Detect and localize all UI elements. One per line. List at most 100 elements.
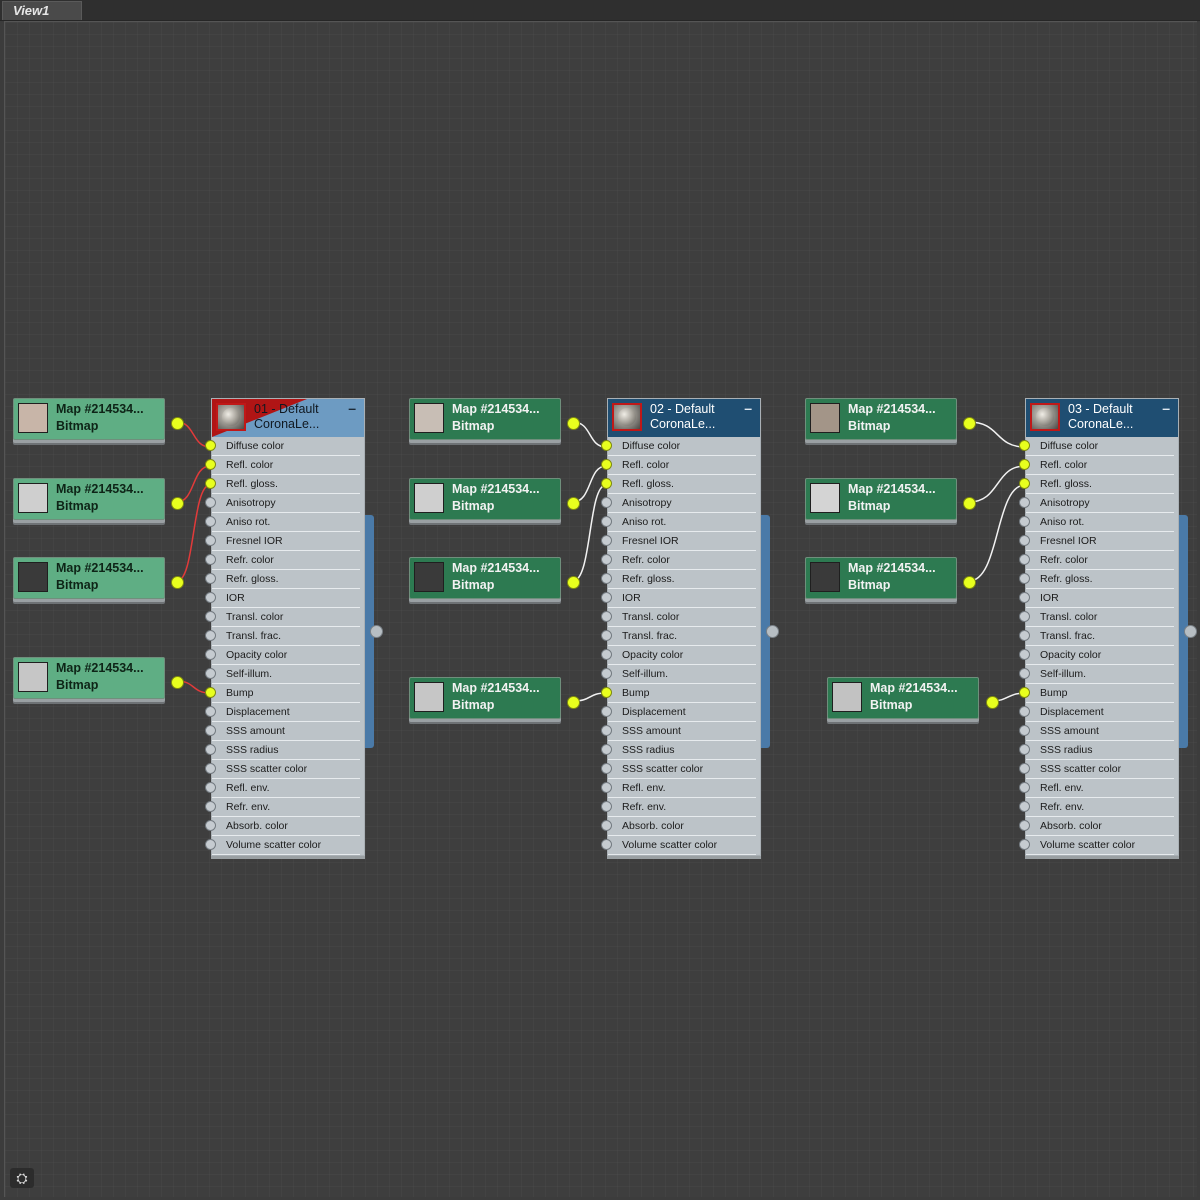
material-slot[interactable]: Refl. color (205, 456, 360, 475)
bitmap-node[interactable]: Map #214534... Bitmap (827, 677, 999, 719)
material-slot[interactable]: Bump (205, 684, 360, 703)
material-slot[interactable]: Diffuse color (1019, 437, 1174, 456)
bitmap-node[interactable]: Map #214534... Bitmap (409, 557, 580, 599)
input-port[interactable] (1019, 820, 1030, 831)
input-port[interactable] (601, 554, 612, 565)
material-slot[interactable]: Fresnel IOR (601, 532, 756, 551)
input-port[interactable] (601, 649, 612, 660)
material-slot[interactable]: Refr. color (205, 551, 360, 570)
output-port[interactable] (171, 417, 184, 430)
input-port[interactable] (1019, 706, 1030, 717)
input-port[interactable] (1019, 744, 1030, 755)
material-output-port[interactable] (1184, 625, 1197, 638)
binoculars-icon[interactable]: ⛭ (10, 1168, 34, 1188)
input-port[interactable] (205, 744, 216, 755)
material-slot[interactable]: Diffuse color (205, 437, 360, 456)
input-port[interactable] (601, 763, 612, 774)
input-port[interactable] (601, 801, 612, 812)
input-port[interactable] (1019, 497, 1030, 508)
input-port[interactable] (205, 782, 216, 793)
input-port[interactable] (1019, 478, 1030, 489)
material-slot[interactable]: SSS scatter color (601, 760, 756, 779)
material-header[interactable]: 02 - Default CoronaLe... – (608, 399, 760, 437)
material-output-port[interactable] (370, 625, 383, 638)
input-port[interactable] (601, 725, 612, 736)
material-slot[interactable]: Volume scatter color (205, 836, 360, 855)
input-port[interactable] (601, 611, 612, 622)
output-port[interactable] (567, 696, 580, 709)
material-slot[interactable]: Anisotropy (1019, 494, 1174, 513)
material-slot[interactable]: Displacement (1019, 703, 1174, 722)
input-port[interactable] (205, 611, 216, 622)
material-slot[interactable]: SSS radius (1019, 741, 1174, 760)
material-slot[interactable]: Refl. env. (205, 779, 360, 798)
input-port[interactable] (601, 497, 612, 508)
material-slot[interactable]: Aniso rot. (205, 513, 360, 532)
material-slot[interactable]: Refl. env. (601, 779, 756, 798)
material-slot[interactable]: Refr. gloss. (1019, 570, 1174, 589)
input-port[interactable] (205, 459, 216, 470)
input-port[interactable] (601, 744, 612, 755)
input-port[interactable] (205, 820, 216, 831)
input-port[interactable] (205, 440, 216, 451)
material-output-port[interactable] (766, 625, 779, 638)
material-slot[interactable]: Refr. gloss. (601, 570, 756, 589)
material-slot[interactable]: Transl. frac. (1019, 627, 1174, 646)
input-port[interactable] (1019, 839, 1030, 850)
bitmap-node[interactable]: Map #214534... Bitmap (805, 398, 976, 440)
output-port[interactable] (171, 497, 184, 510)
material-node[interactable]: 03 - Default CoronaLe... – Diffuse color R… (1019, 398, 1179, 856)
input-port[interactable] (205, 725, 216, 736)
material-slot[interactable]: Fresnel IOR (1019, 532, 1174, 551)
material-slot[interactable]: Volume scatter color (601, 836, 756, 855)
input-port[interactable] (1019, 782, 1030, 793)
material-slot[interactable]: Aniso rot. (1019, 513, 1174, 532)
input-port[interactable] (1019, 554, 1030, 565)
material-slot[interactable]: SSS scatter color (205, 760, 360, 779)
input-port[interactable] (601, 459, 612, 470)
material-slot[interactable]: Transl. color (205, 608, 360, 627)
input-port[interactable] (1019, 516, 1030, 527)
material-slot[interactable]: Self-illum. (601, 665, 756, 684)
output-port[interactable] (963, 576, 976, 589)
input-port[interactable] (205, 763, 216, 774)
bitmap-node[interactable]: Map #214534... Bitmap (13, 478, 184, 520)
input-port[interactable] (205, 573, 216, 584)
material-slot[interactable]: IOR (1019, 589, 1174, 608)
material-slot[interactable]: Refl. color (1019, 456, 1174, 475)
input-port[interactable] (1019, 649, 1030, 660)
input-port[interactable] (601, 668, 612, 679)
input-port[interactable] (205, 839, 216, 850)
material-slot[interactable]: SSS amount (601, 722, 756, 741)
material-slot[interactable]: Transl. frac. (205, 627, 360, 646)
input-port[interactable] (1019, 535, 1030, 546)
output-port[interactable] (963, 497, 976, 510)
output-port[interactable] (171, 676, 184, 689)
collapse-button[interactable]: – (744, 400, 752, 416)
input-port[interactable] (205, 478, 216, 489)
material-slot[interactable]: Anisotropy (601, 494, 756, 513)
material-header[interactable]: 01 - Default CoronaLe... – (212, 399, 364, 437)
bitmap-node[interactable]: Map #214534... Bitmap (805, 557, 976, 599)
material-slot[interactable]: Displacement (205, 703, 360, 722)
material-header[interactable]: 03 - Default CoronaLe... – (1026, 399, 1178, 437)
input-port[interactable] (205, 706, 216, 717)
material-slot[interactable]: Transl. color (1019, 608, 1174, 627)
material-slot[interactable]: Diffuse color (601, 437, 756, 456)
material-slot[interactable]: Bump (1019, 684, 1174, 703)
material-slot[interactable]: Refr. gloss. (205, 570, 360, 589)
input-port[interactable] (205, 687, 216, 698)
output-port[interactable] (567, 497, 580, 510)
input-port[interactable] (205, 801, 216, 812)
material-slot[interactable]: IOR (205, 589, 360, 608)
material-slot[interactable]: Self-illum. (1019, 665, 1174, 684)
material-slot[interactable]: Transl. color (601, 608, 756, 627)
collapse-button[interactable]: – (1162, 400, 1170, 416)
material-slot[interactable]: SSS scatter color (1019, 760, 1174, 779)
bitmap-node[interactable]: Map #214534... Bitmap (409, 398, 580, 440)
input-port[interactable] (601, 687, 612, 698)
input-port[interactable] (1019, 801, 1030, 812)
collapse-button[interactable]: – (348, 400, 356, 416)
material-slot[interactable]: Opacity color (601, 646, 756, 665)
input-port[interactable] (1019, 611, 1030, 622)
